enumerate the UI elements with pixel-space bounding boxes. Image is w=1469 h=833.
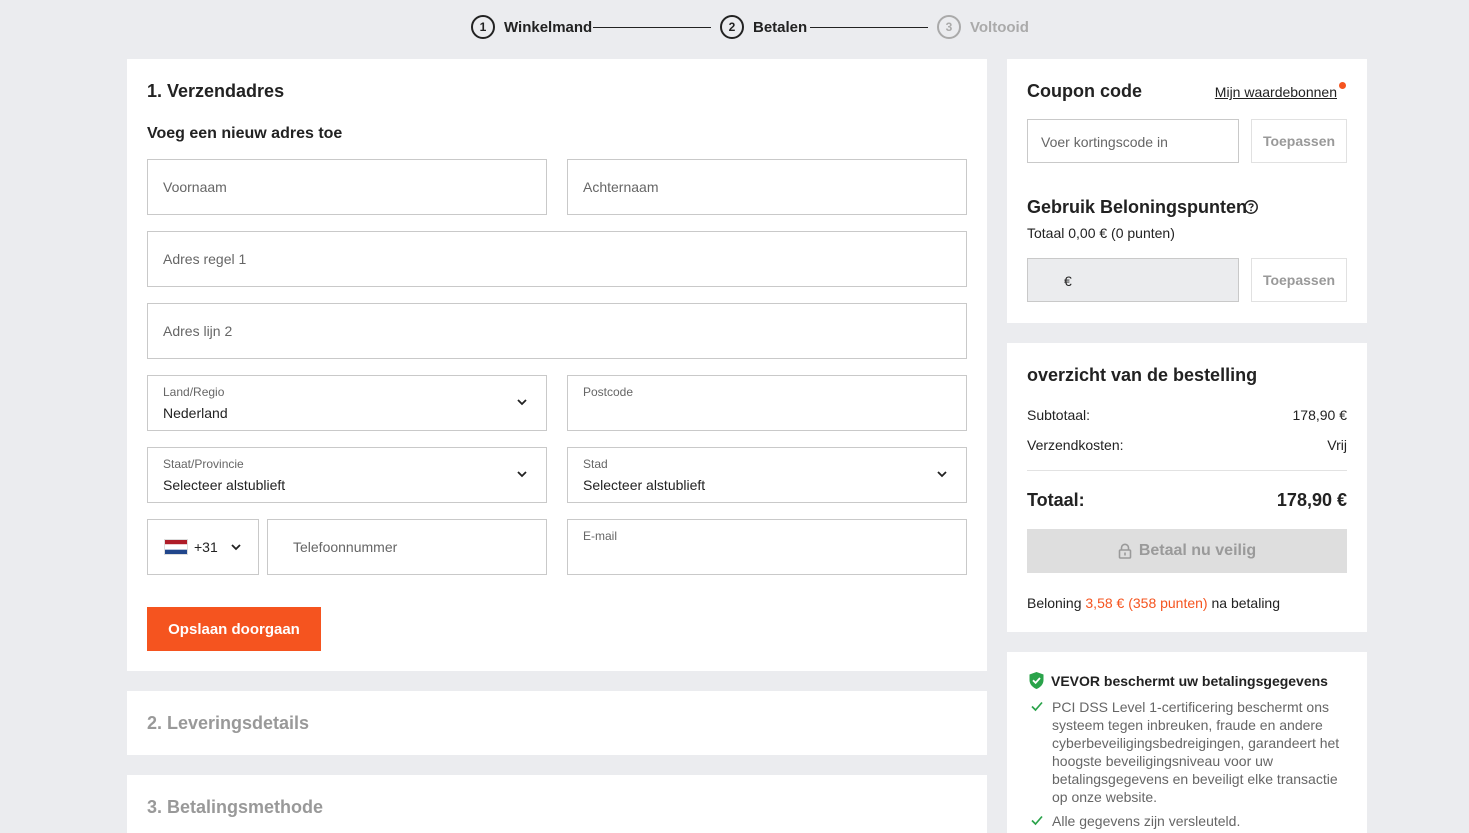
city-select[interactable]: Stad Selecteer alstublieft xyxy=(567,447,967,503)
field-label: Stad xyxy=(583,457,608,471)
pay-button-label: Betaal nu veilig xyxy=(1138,542,1257,559)
section-subtitle: Voeg een nieuw adres toe xyxy=(147,125,343,142)
placeholder: Voer kortingscode in xyxy=(1041,134,1168,150)
netherlands-flag-icon xyxy=(164,539,188,555)
checkmark-icon xyxy=(1031,815,1043,826)
total-label: Totaal: xyxy=(1027,490,1085,510)
help-icon[interactable] xyxy=(1243,199,1259,215)
summary-title: overzicht van de bestelling xyxy=(1027,365,1258,385)
subtotal-value: 178,90 € xyxy=(1292,407,1348,423)
email-field[interactable]: E-mail xyxy=(567,519,967,575)
save-continue-button[interactable]: Opslaan doorgaan xyxy=(147,607,321,651)
security-item-text: Alle gegevens zijn versleuteld. xyxy=(1052,813,1241,829)
shipping-address-card: 1. Verzendadres Voeg een nieuw adres toe… xyxy=(127,59,987,671)
placeholder: Achternaam xyxy=(583,179,659,195)
phone-number-field[interactable]: Telefoonnummer xyxy=(267,519,547,575)
step-label: Winkelmand xyxy=(504,18,593,36)
chevron-down-icon xyxy=(231,544,241,551)
address-line2-field[interactable]: Adres lijn 2 xyxy=(147,303,967,359)
selected-value: Selecteer alstublieft xyxy=(583,477,706,493)
address-line1-field[interactable]: Adres regel 1 xyxy=(147,231,967,287)
coupon-title: Coupon code xyxy=(1027,81,1142,101)
step-cart[interactable]: 1 Winkelmand xyxy=(471,14,592,40)
placeholder: Telefoonnummer xyxy=(293,539,398,555)
my-vouchers-link[interactable]: Mijn waardebonnen xyxy=(1215,84,1337,100)
apply-rewards-button[interactable]: Toepassen xyxy=(1251,258,1347,302)
placeholder: Adres lijn 2 xyxy=(163,323,233,339)
delivery-details-card[interactable]: 2. Leveringsdetails xyxy=(127,691,987,755)
shield-check-icon xyxy=(1029,672,1044,689)
total-value: 178,90 € xyxy=(1276,490,1347,510)
first-name-field[interactable]: Voornaam xyxy=(147,159,547,215)
rewards-amount-input[interactable]: € xyxy=(1027,258,1239,302)
lock-icon xyxy=(1118,543,1132,559)
payment-security-card: VEVOR beschermt uw betalingsgegevens PCI… xyxy=(1007,652,1367,833)
currency-symbol: € xyxy=(1064,273,1072,289)
selected-value: Nederland xyxy=(163,405,228,421)
placeholder: Adres regel 1 xyxy=(163,251,247,267)
field-label: Postcode xyxy=(583,385,634,399)
country-select[interactable]: Land/Regio Nederland xyxy=(147,375,547,431)
total-row: Totaal: 178,90 € xyxy=(1027,490,1347,511)
payment-method-card[interactable]: 3. Betalingsmethode xyxy=(127,775,987,833)
step-label: Voltooid xyxy=(970,18,1029,36)
pay-securely-button[interactable]: Betaal nu veilig xyxy=(1027,529,1347,573)
security-item-text: PCI DSS Level 1-certificering beschermt … xyxy=(1052,699,1340,805)
summary-divider xyxy=(1027,470,1347,471)
chevron-down-icon xyxy=(937,471,947,478)
step-number: 2 xyxy=(720,15,744,39)
checkout-stepper: 1 Winkelmand 2 Betalen 3 Voltooid xyxy=(0,14,1469,40)
chevron-down-icon xyxy=(517,399,527,406)
reward-suffix: na betaling xyxy=(1211,595,1281,611)
notification-dot xyxy=(1339,82,1346,89)
field-label: E-mail xyxy=(583,529,618,543)
reward-prefix: Beloning xyxy=(1027,595,1082,611)
security-item: Alle gegevens zijn versleuteld. xyxy=(1029,812,1349,830)
selected-value: Selecteer alstublieft xyxy=(163,477,286,493)
subtotal-row: Subtotaal: 178,90 € xyxy=(1027,407,1347,423)
chevron-down-icon xyxy=(517,471,527,478)
shipping-cost-label: Verzendkosten: xyxy=(1027,437,1124,453)
step-label: Betalen xyxy=(753,18,808,36)
field-label: Land/Regio xyxy=(163,385,225,399)
step-payment: 2 Betalen xyxy=(720,14,807,40)
checkmark-icon xyxy=(1031,701,1043,712)
order-summary-card: overzicht van de bestelling Subtotaal: 1… xyxy=(1007,343,1367,632)
coupon-rewards-card: Coupon code Mijn waardebonnen Voer korti… xyxy=(1007,59,1367,323)
step-number: 1 xyxy=(471,15,495,39)
security-title: VEVOR beschermt uw betalingsgegevens xyxy=(1051,673,1328,689)
rewards-total: Totaal 0,00 € (0 punten) xyxy=(1027,225,1175,241)
shipping-cost-row: Verzendkosten: Vrij xyxy=(1027,437,1347,453)
phone-country-code-select[interactable]: +31 xyxy=(147,519,259,575)
step-connector xyxy=(593,27,711,28)
apply-coupon-button[interactable]: Toepassen xyxy=(1251,119,1347,163)
step-number: 3 xyxy=(937,15,961,39)
phone-code: +31 xyxy=(194,539,218,555)
shipping-cost-value: Vrij xyxy=(1327,437,1347,453)
subtotal-label: Subtotaal: xyxy=(1027,407,1091,423)
postcode-field[interactable]: Postcode xyxy=(567,375,967,431)
step-complete: 3 Voltooid xyxy=(937,14,1029,40)
section-title: 2. Leveringsdetails xyxy=(147,713,310,733)
last-name-field[interactable]: Achternaam xyxy=(567,159,967,215)
section-title: 1. Verzendadres xyxy=(147,81,285,101)
section-title: 3. Betalingsmethode xyxy=(147,797,324,817)
reward-amount: 3,58 € (358 punten) xyxy=(1085,595,1208,611)
state-select[interactable]: Staat/Provincie Selecteer alstublieft xyxy=(147,447,547,503)
reward-note: Beloning 3,58 € (358 punten) na betaling xyxy=(1027,595,1280,611)
security-item: PCI DSS Level 1-certificering beschermt … xyxy=(1029,698,1349,806)
placeholder: Voornaam xyxy=(163,179,227,195)
rewards-title: Gebruik Beloningspunten xyxy=(1027,197,1248,217)
step-connector xyxy=(810,27,928,28)
field-label: Staat/Provincie xyxy=(163,457,244,471)
coupon-code-input[interactable]: Voer kortingscode in xyxy=(1027,119,1239,163)
